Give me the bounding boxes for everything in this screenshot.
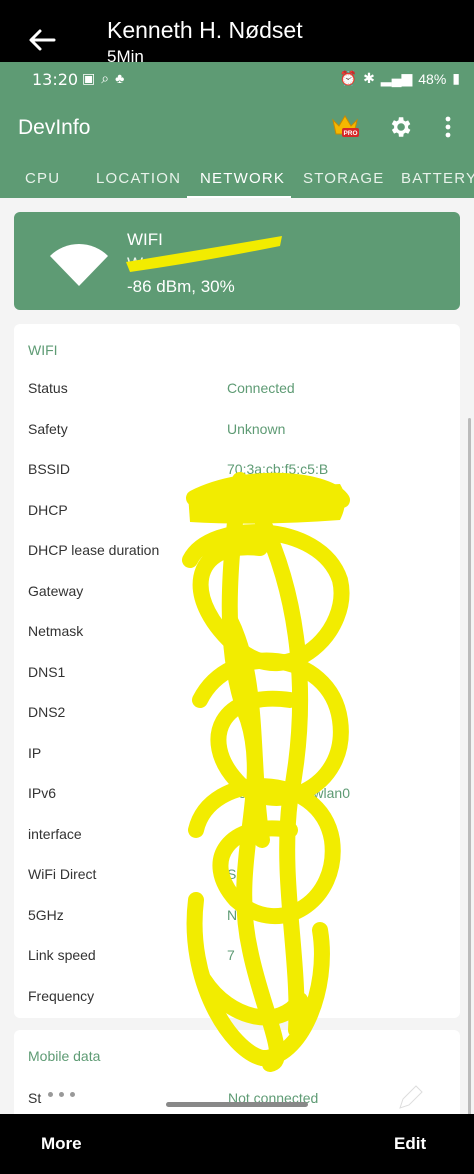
table-row: Link speed 7 [28,947,448,977]
row-label: interface [28,825,82,842]
table-row: BSSID 70:3a:cb:f5:c5:B [28,461,448,491]
battery-level: 48% [418,70,447,87]
table-row: interface [28,826,448,856]
edit-button[interactable]: Edit [394,1134,426,1154]
bluetooth-icon: ✱ [363,70,375,86]
row-label: IP [28,744,42,761]
battery-icon: ▮ [452,70,460,86]
row-label: DNS1 [28,663,66,680]
table-row: DNS1 [28,664,448,694]
table-row: Safety Unknown [28,421,448,451]
row-label: IPv6 [28,785,57,801]
wifi-ssid: W [127,254,144,273]
row-label: DHCP lease duration [28,542,160,558]
table-row: Netmask 0. [28,623,448,653]
row-value: fe8 59:bdeb%wlan0 [227,785,350,801]
wifi-section-header: WIFI [28,342,58,358]
status-left-icons: ▣ ⌕ ♣ [82,70,124,87]
tab-cpu[interactable]: CPU [25,170,60,187]
mobile-status-label: St [28,1090,42,1106]
row-value: 1 [227,501,235,518]
row-label: 5GHz [28,906,64,923]
tab-battery[interactable]: BATTERY [401,170,474,187]
row-value: 0. [227,623,239,639]
row-label: Link speed [28,947,96,963]
table-row: DHCP lease duration 2 [28,542,448,572]
notification-icon: ▣ [82,70,96,86]
mobile-section-header: Mobile data [28,1048,101,1064]
row-value: Sup [227,866,252,882]
row-label: Frequency [28,987,95,1004]
table-row: IP [28,745,448,775]
row-value: No porte [227,906,281,923]
status-right-icons: ⏰ ✱ ▂▄▆ 48% ▮ [340,70,460,87]
row-value: 70:3a:cb:f5:c5:B [227,461,329,477]
status-time: 13:20 [32,70,79,89]
table-row: DNS2 [28,704,448,734]
app-title: DevInfo [18,116,91,139]
wifi-icon [48,242,110,288]
row-label: WiFi Direct [28,866,97,882]
tab-location[interactable]: LOCATION [96,170,181,187]
home-indicator[interactable] [166,1102,308,1107]
status-bar: 13:20 ▣ ⌕ ♣ ⏰ ✱ ▂▄▆ 48% ▮ [0,62,474,98]
network-content[interactable]: WIFI W -86 dBm, 30% WIFI Status Connected… [0,198,474,1114]
row-label: Status [28,380,68,396]
row-value: 2 [227,542,235,558]
table-row: DHCP 1 [28,502,448,532]
table-row: WiFi Direct Sup [28,866,448,896]
search-notif-icon: ⌕ [101,70,110,86]
app-notif-icon: ♣ [115,70,125,86]
table-row: Frequency [28,988,448,1018]
gear-icon[interactable] [387,114,413,140]
table-row: Gateway [28,583,448,613]
row-label: BSSID [28,461,71,477]
page-dots [48,1092,75,1097]
row-label: Gateway [28,582,84,599]
wifi-signal: -86 dBm, 30% [127,277,235,296]
row-value: 7 [227,947,235,963]
app-bar: DevInfo PRO [0,98,474,158]
tab-bar: CPU LOCATION NETWORK STORAGE BATTERY [0,158,474,199]
wifi-card-title: WIFI [127,230,163,249]
scrollbar[interactable] [468,418,471,1114]
tab-network[interactable]: NETWORK [200,170,285,187]
row-value: Unknown [227,420,286,437]
row-label: DNS2 [28,704,66,720]
tab-storage[interactable]: STORAGE [303,170,384,187]
row-value: Connected [227,380,295,396]
row-label: DHCP [28,501,68,518]
table-row: IPv6 fe8 59:bdeb%wlan0 [28,785,448,815]
row-label: Netmask [28,623,84,639]
wifi-details-card: WIFI Status Connected Safety Unknown BSSID 70… [14,324,460,1018]
wifi-summary-card: WIFI W -86 dBm, 30% [14,212,460,310]
signal-icon: ▂▄▆ [380,70,413,86]
row-label: Safety [28,420,68,437]
back-arrow-icon[interactable] [24,22,60,58]
more-vert-icon[interactable] [438,114,458,140]
phone-screenshot: 13:20 ▣ ⌕ ♣ ⏰ ✱ ▂▄▆ 48% ▮ DevInfo PRO CP… [0,62,474,1114]
crown-icon[interactable]: PRO [330,112,360,140]
table-row: 5GHz No porte [28,907,448,937]
table-row: Status Connected [28,380,448,410]
more-button[interactable]: More [41,1134,82,1154]
alarm-icon: ⏰ [339,70,358,86]
sender-name: Kenneth H. Nødset [107,17,303,43]
pro-badge: PRO [343,130,357,137]
pencil-icon[interactable] [396,1082,426,1112]
viewer-bottom-bar: More Edit [0,1114,474,1174]
viewer-top-bar: Kenneth H. Nødset 5Min [0,0,474,66]
